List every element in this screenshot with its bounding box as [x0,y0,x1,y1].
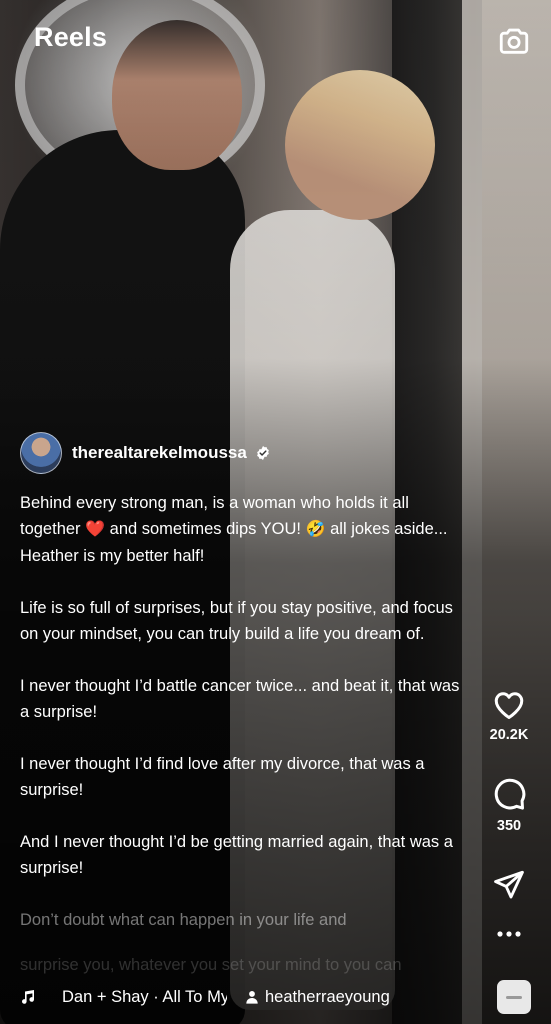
verified-badge-icon [256,446,269,460]
caption-paragraph-1: Behind every strong man, is a woman who … [20,494,448,565]
song-title[interactable]: Dan + Shay · All To Myself [62,988,227,1007]
header: Reels [34,22,531,62]
caption-text: Behind every strong man, is a woman who … [20,490,470,974]
audio-bar[interactable]: Dan + Shay · All To Myself heatherraeyou… [20,980,531,1014]
caption-paragraph-3: I never thought I’d battle cancer twice.… [20,677,460,721]
heart-icon[interactable] [491,687,527,721]
page-title: Reels [34,22,108,52]
more-icon[interactable] [495,930,523,938]
username[interactable]: therealtarekelmoussa [72,443,247,463]
like-action[interactable]: 20.2K [479,687,539,743]
music-note-icon [22,990,34,1004]
share-action[interactable] [479,868,539,902]
audio-thumbnail[interactable] [497,980,531,1014]
comment-count: 350 [496,818,522,834]
avatar[interactable] [20,432,62,474]
camera-icon[interactable] [497,24,531,58]
caption-paragraph-2: Life is so full of surprises, but if you… [20,599,453,643]
caption-paragraph-7: surprise you, whatever you set your mind… [20,956,402,974]
reels-screen[interactable]: Reels therealtarekelmoussa Behind every … [0,0,551,1024]
laughing-emoji: 🤣 [305,521,326,538]
collaborator-name[interactable]: heatherraeyoung [265,988,497,1007]
send-icon[interactable] [492,868,526,902]
heart-emoji: ❤️ [85,521,106,538]
comment-icon[interactable] [491,776,527,812]
like-count: 20.2K [489,727,529,743]
author-row[interactable]: therealtarekelmoussa [20,432,470,474]
comment-action[interactable]: 350 [479,776,539,834]
caption-paragraph-4: I never thought I’d find love after my d… [20,755,425,799]
caption-paragraph-6: Don’t doubt what can happen in your life… [20,911,347,929]
caption-paragraph-5: And I never thought I’d be getting marri… [20,833,453,877]
more-action[interactable] [479,930,539,938]
user-icon [246,991,258,1004]
caption[interactable]: therealtarekelmoussa Behind every strong… [20,432,470,974]
